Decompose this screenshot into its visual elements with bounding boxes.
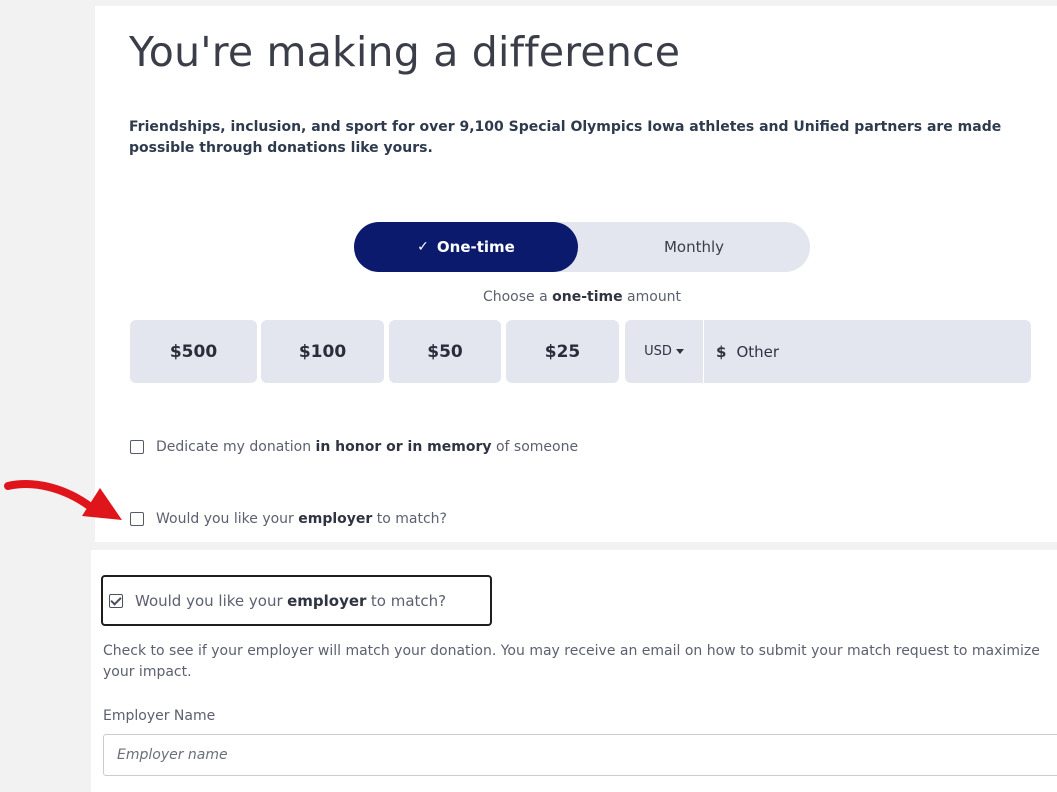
employer-name-label: Employer Name	[103, 708, 216, 724]
employer-match-checkbox[interactable]	[130, 512, 144, 526]
employer-match-prefix: Would you like your	[156, 511, 294, 527]
choose-emphasis: one-time	[552, 289, 623, 305]
choose-prefix: Choose a	[482, 289, 548, 305]
employer-match-checkbox-checked[interactable]	[109, 594, 123, 608]
intro-text: Friendships, inclusion, and sport for ov…	[129, 119, 1002, 156]
employer-match-emphasis-2: employer	[287, 592, 367, 610]
currency-select[interactable]: USD	[625, 320, 703, 383]
choose-amount-prompt: Choose a one-time amount	[354, 289, 810, 305]
dedicate-option: Dedicate my donation in honor or in memo…	[130, 439, 578, 455]
match-description: Check to see if your employer will match…	[103, 643, 1040, 680]
dedicate-checkbox[interactable]	[130, 440, 144, 454]
employer-match-suffix: to match?	[376, 511, 447, 527]
donation-panel: You're making a difference Friendships, …	[95, 6, 1057, 542]
caret-down-icon	[675, 349, 684, 354]
check-icon: ✓	[417, 239, 429, 255]
amount-100-button[interactable]: $100	[261, 320, 384, 383]
employer-name-input[interactable]	[103, 734, 1057, 776]
employer-match-suffix-2: to match?	[370, 592, 447, 610]
one-time-option[interactable]: ✓ One-time	[354, 222, 578, 272]
other-amount-placeholder: Other	[736, 342, 780, 361]
one-time-label: One-time	[436, 238, 515, 256]
red-arrow-icon	[4, 480, 122, 520]
monthly-option[interactable]: Monthly	[578, 222, 810, 272]
employer-match-emphasis: employer	[298, 511, 373, 527]
frequency-toggle: ✓ One-time Monthly	[354, 222, 810, 272]
dollar-sign: $	[716, 342, 727, 361]
dedicate-emphasis: in honor or in memory	[315, 439, 492, 455]
currency-value: USD	[644, 344, 672, 359]
amount-50-button[interactable]: $50	[389, 320, 501, 383]
other-amount-input[interactable]: $ Other	[704, 320, 1031, 383]
dedicate-prefix: Dedicate my donation	[156, 439, 312, 455]
monthly-label: Monthly	[663, 238, 725, 256]
amount-500-button[interactable]: $500	[130, 320, 257, 383]
employer-match-option-checked: Would you like your employer to match?	[109, 592, 446, 610]
amount-25-button[interactable]: $25	[506, 320, 619, 383]
employer-match-prefix-2: Would you like your	[135, 592, 283, 610]
choose-suffix: amount	[627, 289, 682, 305]
employer-match-option: Would you like your employer to match?	[130, 511, 447, 527]
page-title: You're making a difference	[129, 28, 681, 76]
dedicate-suffix: of someone	[495, 439, 579, 455]
employer-match-panel: Would you like your employer to match? C…	[91, 550, 1057, 792]
